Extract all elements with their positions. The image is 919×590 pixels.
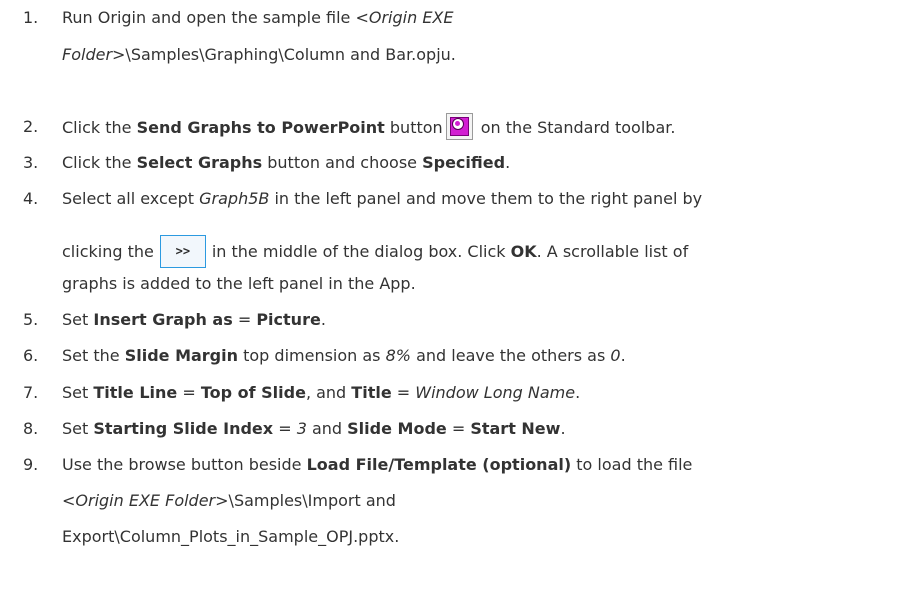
text-run: . A scrollable list of: [536, 242, 689, 261]
ui-term: Starting Slide Index: [93, 419, 274, 438]
path-placeholder: <Origin EXE: [355, 8, 454, 27]
text-run: and leave the others as: [411, 346, 611, 365]
ui-term: Slide Margin: [124, 346, 239, 365]
text-run: and: [306, 419, 348, 438]
graph-name: Graph5B: [199, 189, 270, 208]
ui-term: Insert Graph as: [93, 310, 233, 329]
text-run: , and: [305, 383, 352, 402]
text-run: Set: [62, 383, 94, 402]
text-run: .: [560, 419, 566, 438]
step-number: 7.: [23, 383, 39, 402]
path-placeholder: <Origin EXE Folder>: [62, 491, 229, 510]
text-run: in the middle of the dialog box. Click: [211, 242, 511, 261]
text-run: Use the browse button beside: [62, 455, 307, 474]
text-run: button and choose: [262, 153, 423, 172]
value: Window Long Name: [415, 383, 576, 402]
step-text: Click the Send Graphs to PowerPoint butt…: [62, 113, 917, 140]
text-run: Click the: [62, 153, 137, 172]
ui-term: Picture: [256, 310, 321, 329]
text-run: .: [320, 310, 326, 329]
ui-term: Top of Slide: [200, 383, 306, 402]
text-run: Set the: [62, 346, 125, 365]
text-run: Select all except: [62, 189, 200, 208]
step-number: 1.: [23, 8, 39, 27]
step-text: Run Origin and open the sample file <Ori…: [62, 8, 917, 27]
text-run: =: [446, 419, 471, 438]
text-run: =: [273, 419, 297, 438]
text-run: on the Standard toolbar.: [475, 118, 676, 137]
text-run: Run Origin and open the sample file: [62, 8, 356, 27]
step-text: Set the Slide Margin top dimension as 8%…: [62, 346, 917, 365]
move-right-button-image: >>: [159, 235, 206, 268]
value: 8%: [385, 346, 411, 365]
ui-term: Slide Mode: [347, 419, 447, 438]
step-text: Set Starting Slide Index = 3 and Slide M…: [62, 419, 917, 438]
text-run: Click the: [62, 118, 137, 137]
text-run: to load the file: [571, 455, 693, 474]
ui-term: Select Graphs: [136, 153, 263, 172]
text-run: clicking the: [62, 242, 154, 261]
text-run: =: [177, 383, 201, 402]
step-number: 4.: [23, 189, 39, 208]
step-text-continued: clicking the >> in the middle of the dialo…: [62, 235, 689, 268]
ui-term: Send Graphs to PowerPoint: [136, 118, 385, 137]
step-text-continued: <Origin EXE Folder>\Samples\Import and: [62, 491, 396, 510]
text-run: .: [575, 383, 581, 402]
ui-term: Specified: [422, 153, 506, 172]
ui-term: OK: [510, 242, 537, 261]
step-text-continued: graphs is added to the left panel in the…: [62, 274, 416, 293]
value: 0: [610, 346, 621, 365]
value: 3: [296, 419, 307, 438]
text-run: top dimension as: [238, 346, 386, 365]
text-run: Set: [62, 419, 94, 438]
ui-term: Start New: [470, 419, 561, 438]
file-path: \Samples\Import and: [228, 491, 396, 510]
step-number: 3.: [23, 153, 39, 172]
text-run: =: [391, 383, 416, 402]
text-run: .: [620, 346, 626, 365]
step-number: 5.: [23, 310, 39, 329]
step-number: 8.: [23, 419, 39, 438]
step-text: Set Insert Graph as = Picture.: [62, 310, 917, 329]
step-text: Select all except Graph5B in the left pa…: [62, 189, 917, 208]
text-run: Set: [62, 310, 94, 329]
step-text: Set Title Line = Top of Slide, and Title…: [62, 383, 917, 402]
path-placeholder: Folder>: [62, 45, 126, 64]
step-number: 6.: [23, 346, 39, 365]
step-text-continued: Folder>\Samples\Graphing\Column and Bar.…: [62, 45, 456, 64]
ui-term: Title: [351, 383, 392, 402]
step-number: 9.: [23, 455, 39, 474]
text-run: button: [384, 118, 443, 137]
text-run: =: [232, 310, 257, 329]
step-text: Click the Select Graphs button and choos…: [62, 153, 917, 172]
ui-term: Title Line: [93, 383, 178, 402]
send-to-powerpoint-icon: [445, 113, 473, 140]
file-path: \Samples\Graphing\Column and Bar.opju.: [125, 45, 456, 64]
step-text-continued: Export\Column_Plots_in_Sample_OPJ.pptx.: [62, 527, 400, 546]
text-run: .: [505, 153, 511, 172]
step-text: Use the browse button beside Load File/T…: [62, 455, 917, 474]
text-run: in the left panel and move them to the r…: [269, 189, 703, 208]
step-number: 2.: [23, 117, 39, 136]
ui-term: Load File/Template (optional): [306, 455, 572, 474]
